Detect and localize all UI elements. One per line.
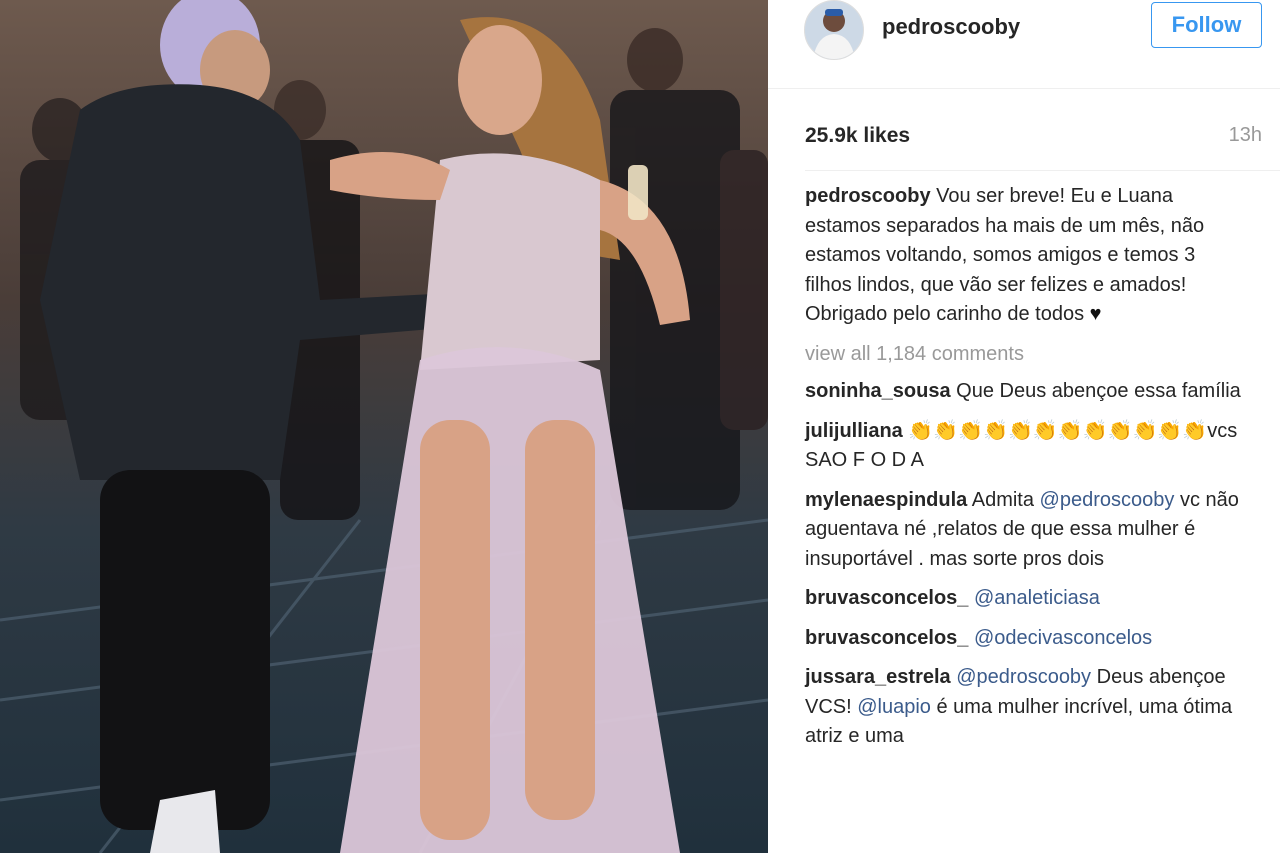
comment-item: julijulliana 👏👏👏👏👏👏👏👏👏👏👏👏vcs SAO F O D A	[805, 417, 1245, 476]
comment-mention[interactable]: @pedroscooby	[956, 666, 1091, 688]
clapping-hands-emoji: 👏👏👏👏👏👏👏👏👏👏👏👏	[908, 419, 1208, 442]
comment-mention[interactable]: @analeticiasa	[974, 587, 1100, 609]
caption-thanks: Obrigado pelo carinho de todos	[805, 303, 1085, 325]
comment-username[interactable]: soninha_sousa	[805, 380, 951, 402]
likes-count[interactable]: 25.9k likes	[805, 124, 910, 148]
avatar[interactable]	[804, 0, 864, 60]
post-photo[interactable]	[0, 0, 768, 853]
photo-scene	[0, 0, 768, 853]
avatar-image	[805, 1, 863, 59]
comment-username[interactable]: bruvasconcelos_	[805, 627, 968, 649]
scroll-fade	[768, 813, 1280, 853]
comment-mention[interactable]: @odecivasconcelos	[974, 627, 1152, 649]
comment-item: bruvasconcelos_ @odecivasconcelos	[805, 624, 1245, 654]
post-header: pedroscooby Follow	[768, 0, 1280, 89]
view-all-comments-link[interactable]: view all 1,184 comments	[805, 340, 1245, 370]
comment-item: soninha_sousa Que Deus abençoe essa famí…	[805, 377, 1245, 407]
comment-text: Que Deus abençoe essa família	[956, 380, 1241, 402]
comment-mention[interactable]: @pedroscooby	[1040, 489, 1175, 511]
comment-mention[interactable]: @luapio	[857, 696, 931, 718]
follow-button[interactable]: Follow	[1151, 2, 1262, 48]
heart-icon: ♥	[1089, 303, 1102, 325]
comment-username[interactable]: mylenaespindula	[805, 489, 967, 511]
comment-list: pedroscooby Vou ser breve! Eu e Luana es…	[805, 182, 1245, 762]
comment-username[interactable]: julijulliana	[805, 420, 903, 442]
caption-username[interactable]: pedroscooby	[805, 185, 931, 207]
post-timestamp[interactable]: 13h	[1229, 124, 1262, 147]
comment-item: jussara_estrela @pedroscooby Deus abenço…	[805, 663, 1245, 752]
comment-item: mylenaespindula Admita @pedroscooby vc n…	[805, 486, 1245, 575]
comment-username[interactable]: bruvasconcelos_	[805, 587, 968, 609]
comment-item: bruvasconcelos_ @analeticiasa	[805, 584, 1245, 614]
post-sidebar: pedroscooby Follow 25.9k likes 13h pedro…	[768, 0, 1280, 853]
comment-text: Admita	[971, 488, 1034, 511]
divider	[805, 170, 1280, 171]
post-author-username[interactable]: pedroscooby	[882, 14, 1020, 40]
post-caption: pedroscooby Vou ser breve! Eu e Luana es…	[805, 182, 1245, 330]
comment-username[interactable]: jussara_estrela	[805, 666, 951, 688]
